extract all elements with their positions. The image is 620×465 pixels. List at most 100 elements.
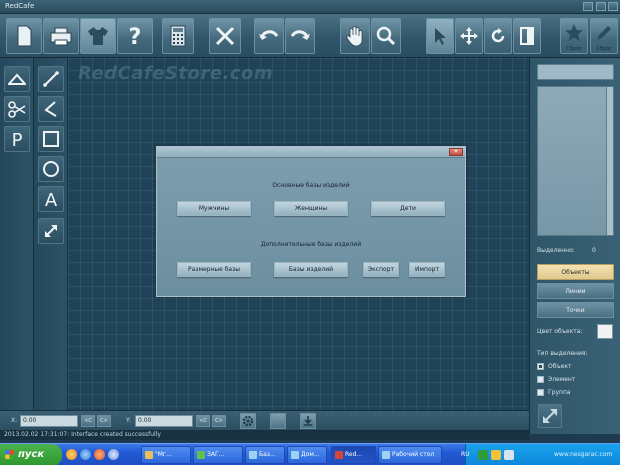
dialog-title-bar: ✕ [157,147,465,158]
kids-button[interactable]: Дети [371,201,445,216]
ie-quicklaunch-icon[interactable] [80,449,91,460]
settings-button[interactable] [240,413,256,429]
mirror-button[interactable] [513,18,541,54]
letter-p-icon: P [12,130,23,149]
reset-star-button[interactable]: Сброс [560,18,588,54]
line-icon [43,71,59,87]
bases-dialog: ✕ Основные базы изделий Мужчины Женщины … [156,146,466,297]
radio-object[interactable] [537,363,544,370]
help-button[interactable]: ? [117,18,153,54]
printer-icon [50,27,72,46]
window-icon [335,451,343,459]
scissors-tool[interactable] [4,96,30,122]
print-button[interactable] [43,18,79,54]
radio-element[interactable] [537,376,544,383]
tools-button[interactable] [209,18,241,54]
x-increase-button[interactable]: C> [97,415,111,427]
line-tool[interactable] [38,66,64,92]
import-button[interactable]: Импорт [409,262,445,277]
radio-group[interactable] [537,389,544,396]
rotate-button[interactable] [484,18,512,54]
firefox-quicklaunch-icon[interactable] [94,449,105,460]
angle-icon [44,101,57,117]
tray-app-icon[interactable] [478,450,488,460]
taskbar-item[interactable]: ЗАГ... [193,446,243,464]
new-document-button[interactable] [6,18,42,54]
y-increase-button[interactable]: C> [212,415,226,427]
taskbar-item[interactable]: Баз... [245,446,285,464]
points-button[interactable]: Точки [537,302,614,318]
watermark: RedCafeStore.com [78,63,274,84]
item-bases-button[interactable]: Базы изделий [274,262,348,277]
language-indicator[interactable]: RU [461,451,470,458]
pan-button[interactable] [340,18,370,54]
magnifier-icon [376,26,396,46]
y-decrease-button[interactable]: <C [196,415,210,427]
level-tool[interactable] [4,66,30,92]
resize-handle[interactable] [538,404,562,428]
rotate-icon [491,28,505,43]
export-button[interactable]: Экспорт [363,262,399,277]
reset-label: Сброс [566,46,582,52]
reset-pen-button[interactable]: Сброс [590,18,618,54]
women-button[interactable]: Женщины [274,201,348,216]
gear-icon [242,415,254,427]
size-bases-button[interactable]: Размерные базы [177,262,251,277]
tray-app-icon[interactable] [491,450,501,460]
object-color-swatch[interactable] [597,324,613,339]
undo-button[interactable] [254,18,284,54]
radio-element-label: Элемент [548,376,576,383]
radio-group-label: Группа [548,389,571,396]
status-text: 2013.02.02 17:31:07: Interface created s… [4,431,161,438]
objects-button[interactable]: Объекты [537,264,614,280]
taskbar-item[interactable]: Дом... [287,446,327,464]
site-watermark: www.nesgarac.com [554,451,613,458]
export-image-button[interactable] [300,413,316,429]
maximize-button[interactable] [596,2,606,11]
men-button[interactable]: Мужчины [177,201,251,216]
taskbar-item[interactable]: Рабочий стол [378,446,442,464]
svg-text:P: P [12,130,23,149]
x-decrease-button[interactable]: <C [81,415,95,427]
resize-arrows-icon [45,225,57,237]
tray-app-icon[interactable] [504,450,514,460]
object-list-scrollbar[interactable] [606,87,613,235]
document-icon [17,25,32,47]
main-toolbar: ? Сброс Сброс [0,14,620,58]
status-log: 2013.02.02 17:31:07: Interface created s… [0,430,529,440]
blank-tool-button[interactable] [270,413,286,429]
circle-tool[interactable] [38,156,64,182]
zoom-button[interactable] [371,18,401,54]
select-button[interactable] [426,18,454,54]
move-icon [460,27,478,45]
browser-quicklaunch-icon[interactable] [66,449,77,460]
angle-tool[interactable] [38,96,64,122]
taskbar-item-active[interactable]: Red... [331,446,376,464]
rectangle-tool[interactable] [38,126,64,152]
window-title: RedCafe [5,2,35,10]
x-input[interactable]: 0.00 [20,415,78,427]
calculator-button[interactable] [162,18,194,54]
object-list[interactable] [537,86,614,236]
move-button[interactable] [455,18,483,54]
start-button[interactable]: пуск [0,444,62,465]
scale-tool[interactable] [38,218,64,244]
object-color-label: Цвет объекта: [537,328,583,335]
radio-object-label: Объект [548,363,572,370]
redo-icon [290,30,310,40]
taskbar-item[interactable]: "Мг... [141,446,191,464]
close-button[interactable] [608,2,618,11]
minimize-button[interactable] [583,2,593,11]
tshirt-icon [88,27,108,45]
redo-button[interactable] [285,18,315,54]
app-quicklaunch-icon[interactable] [108,449,119,460]
export-icon [304,416,312,426]
lines-button[interactable]: Линии [537,283,614,299]
garment-button[interactable] [80,18,116,54]
p-tool[interactable]: P [4,126,30,152]
dialog-close-button[interactable]: ✕ [449,148,463,156]
y-input[interactable]: 0.00 [135,415,193,427]
question-icon: ? [129,25,142,48]
text-tool[interactable]: A [38,186,64,212]
property-field[interactable] [537,64,614,80]
